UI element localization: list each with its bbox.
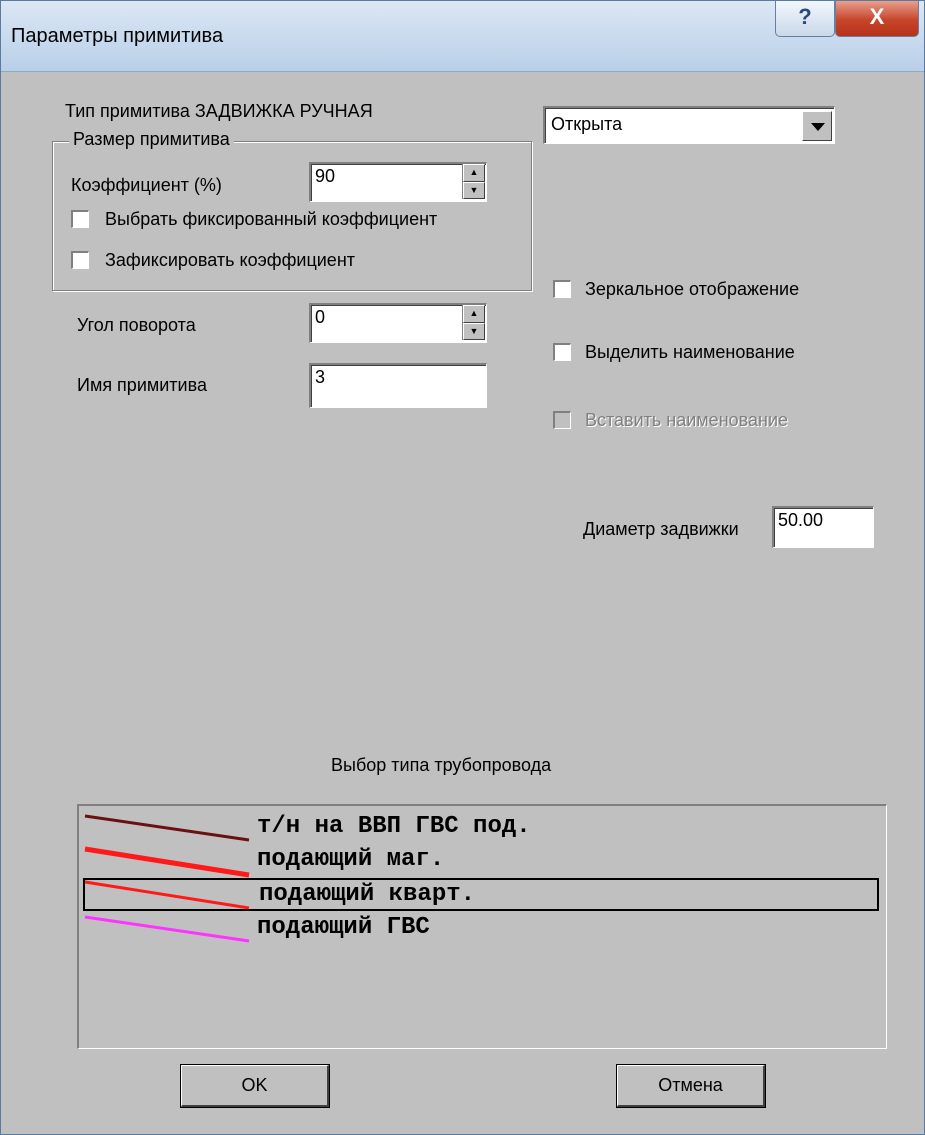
list-item[interactable]: подающий ГВС xyxy=(83,913,879,946)
ok-button[interactable]: OK xyxy=(180,1064,330,1108)
rotation-input[interactable]: 0 xyxy=(309,303,487,343)
rotation-value: 0 xyxy=(315,307,326,327)
mirror-checkbox[interactable] xyxy=(553,280,571,298)
name-value: 3 xyxy=(315,367,326,387)
list-item-label: подающий кварт. xyxy=(259,881,476,908)
fix-coefficient-label: Зафиксировать коэффициент xyxy=(105,250,356,270)
state-combobox[interactable]: Открыта xyxy=(543,106,835,144)
dialog-window: Параметры примитива ? X Тип примитива ЗА… xyxy=(0,0,925,1135)
pipe-line xyxy=(84,880,250,910)
coefficient-label: Коэффициент (%) xyxy=(71,175,222,195)
list-item[interactable]: подающий кварт. xyxy=(83,878,879,911)
list-item[interactable]: т/н на ВВП ГВС под. xyxy=(83,812,879,845)
rotation-label: Угол поворота xyxy=(77,315,196,335)
pipe-line xyxy=(84,915,250,943)
window-title: Параметры примитива xyxy=(11,25,224,47)
pipe-line-swatch xyxy=(84,846,250,878)
primitive-type-label: Тип примитива ЗАДВИЖКА РУЧНАЯ xyxy=(65,101,373,121)
fixed-coefficient-choice-checkbox[interactable] xyxy=(71,210,89,228)
fixed-coefficient-choice-label: Выбрать фиксированный коэффициент xyxy=(105,209,438,229)
insert-name-checkbox xyxy=(553,411,571,429)
diameter-label: Диаметр задвижки xyxy=(583,519,739,539)
fix-coefficient-checkbox[interactable] xyxy=(71,251,89,269)
rotation-spinner[interactable]: ▲ ▼ xyxy=(462,305,485,340)
help-icon: ? xyxy=(798,4,812,29)
coefficient-input[interactable]: 90 xyxy=(309,162,487,202)
pipe-line-swatch xyxy=(84,814,250,842)
pipeline-listbox[interactable]: т/н на ВВП ГВС под. подающий маг. подающ… xyxy=(77,804,887,1049)
insert-name-label: Вставить наименование xyxy=(585,410,789,430)
coefficient-spinner[interactable]: ▲ ▼ xyxy=(462,164,485,199)
spin-up-icon[interactable]: ▲ xyxy=(463,164,485,182)
pipeline-title: Выбор типа трубопровода xyxy=(331,755,552,775)
list-item-label: подающий маг. xyxy=(257,846,445,873)
diameter-value: 50.00 xyxy=(778,510,824,530)
list-item-label: подающий ГВС xyxy=(257,914,430,941)
pipe-line xyxy=(84,814,250,842)
spin-down-icon[interactable]: ▼ xyxy=(463,322,485,340)
coefficient-value: 90 xyxy=(315,166,336,186)
spin-down-icon[interactable]: ▼ xyxy=(463,181,485,199)
title-bar[interactable]: Параметры примитива ? X xyxy=(1,1,924,72)
pipe-line xyxy=(84,846,250,878)
help-button[interactable]: ? xyxy=(775,1,835,37)
diameter-input[interactable]: 50.00 xyxy=(772,506,874,548)
close-button[interactable]: X xyxy=(835,1,919,37)
name-label: Имя примитива xyxy=(77,375,207,395)
list-item-label: т/н на ВВП ГВС под. xyxy=(257,813,531,840)
cancel-button[interactable]: Отмена xyxy=(616,1064,766,1108)
list-item[interactable]: подающий маг. xyxy=(83,845,879,878)
highlight-name-label: Выделить наименование xyxy=(585,342,795,362)
size-group-legend: Размер примитива xyxy=(69,129,234,150)
close-icon: X xyxy=(869,4,885,29)
highlight-name-checkbox[interactable] xyxy=(553,343,571,361)
chevron-down-icon[interactable] xyxy=(802,111,832,141)
spin-up-icon[interactable]: ▲ xyxy=(463,305,485,323)
pipe-line-swatch xyxy=(84,915,250,943)
pipe-line-swatch xyxy=(84,880,250,910)
state-selected-value: Открыта xyxy=(551,114,623,134)
name-input[interactable]: 3 xyxy=(309,363,487,408)
mirror-label: Зеркальное отображение xyxy=(585,279,800,299)
